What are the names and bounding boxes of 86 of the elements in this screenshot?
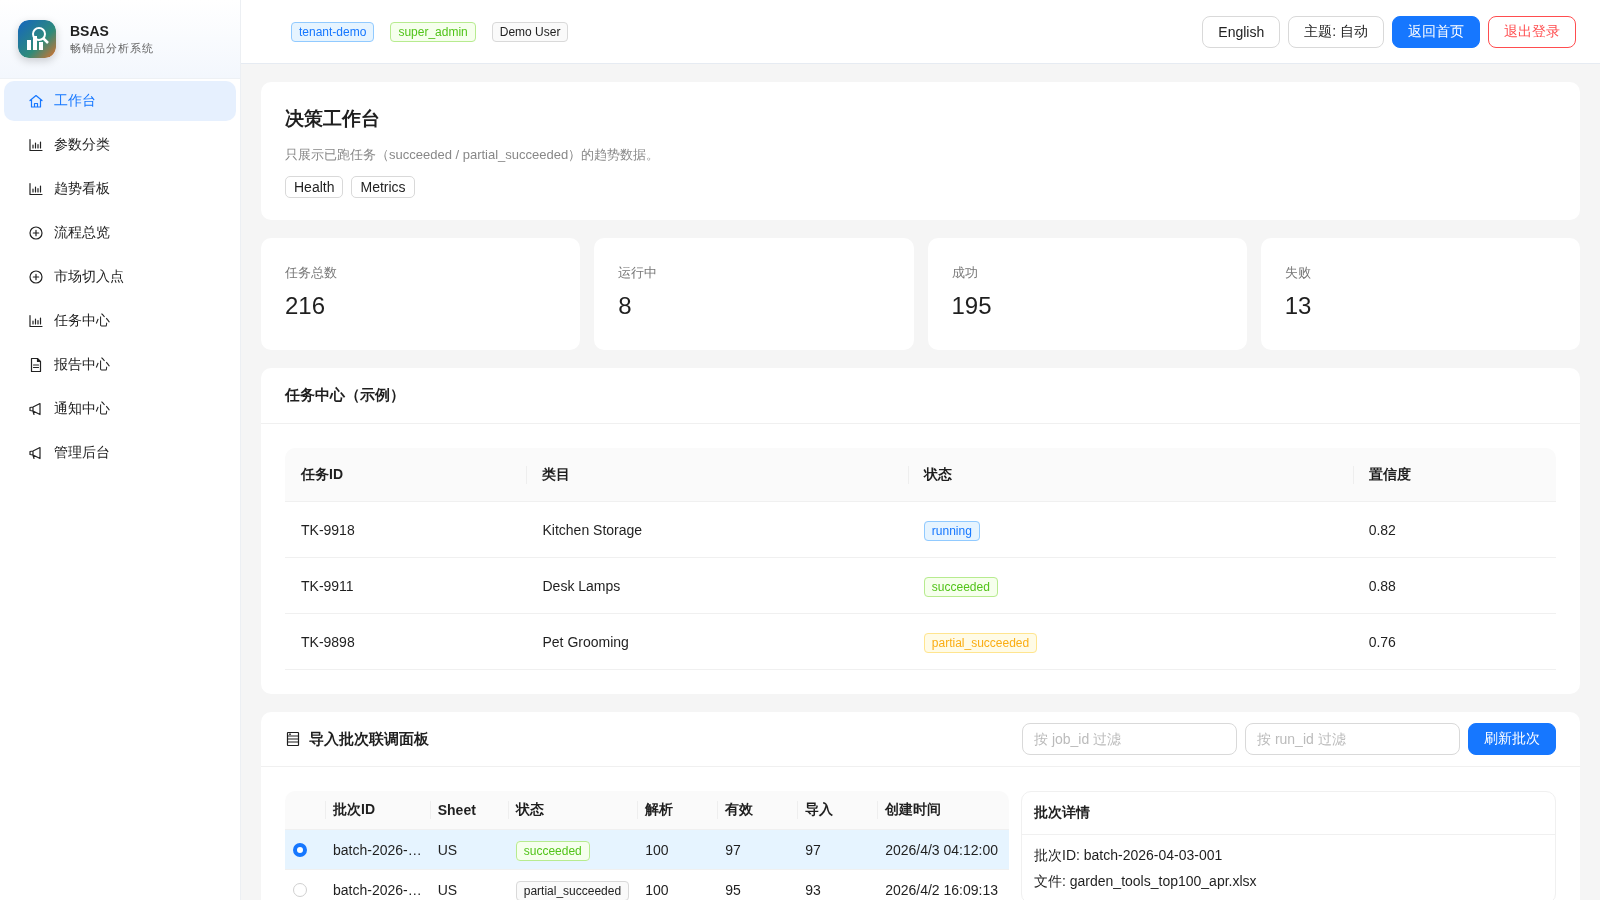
table-cell: batch-2026-… [325,869,430,900]
app-name: BSAS [70,22,110,39]
column-header: 类目 [526,448,908,502]
refresh-button[interactable]: 刷新批次 [1468,723,1556,755]
header-button[interactable]: English [1202,15,1281,48]
status-tag: running [923,520,980,541]
table-cell: 0.88 [1352,557,1556,614]
table-cell: 97 [717,829,798,870]
card-title: 导入批次联调面板 [309,729,429,749]
column-header: 置信度 [1352,448,1556,502]
sidebar-item[interactable]: 趋势看板 [4,169,236,209]
stat-value: 216 [285,292,327,320]
sidebar-item[interactable]: 任务中心 [4,301,236,341]
document-icon [28,357,44,373]
header-button[interactable]: 主题: 自动 [1288,15,1384,48]
filter-field[interactable]: 按 run_id 过滤 [1245,723,1460,755]
stat-value: 8 [618,292,633,320]
filter-field[interactable]: 按 job_id 过滤 [1022,723,1237,755]
plus-circle-icon [28,269,44,285]
header-tag: super_admin [390,21,476,42]
app-subtitle: 畅销品分析系统 [70,40,154,56]
radio-button[interactable] [293,842,307,857]
status-tag: partial_succeeded [515,880,630,900]
detail-line: 文件: garden_tools_top100_apr.xlsx [1034,873,1258,891]
table-cell: TK-9918 [285,501,527,558]
stat-label: 运行中 [618,264,659,282]
table-cell: 93 [797,869,878,900]
home-icon [28,93,44,109]
header-tag: Demo User [491,21,569,42]
table-cell: 0.76 [1352,613,1556,670]
page-description: 只展示已跑任务（succeeded / partial_succeeded）的趋势数据。 [285,146,661,164]
status-tag: partial_succeeded [923,632,1038,653]
stat-label: 任务总数 [285,264,338,282]
table-cell: Pet Grooming [526,613,908,670]
sidebar-item[interactable]: 管理后台 [4,433,236,473]
megaphone-icon [28,401,44,417]
header-button[interactable]: 返回首页 [1392,15,1480,48]
sidebar-item[interactable]: 工作台 [4,81,236,121]
sidebar-item[interactable]: 参数分类 [4,125,236,165]
table-cell: Desk Lamps [526,557,908,614]
stat-value: 195 [951,292,993,320]
plus-circle-icon [28,225,44,241]
stat-label: 失败 [1284,264,1312,282]
megaphone-icon [28,445,44,461]
table-cell: batch-2026-… [325,829,430,870]
column-header: 导入 [797,791,878,830]
column-header: 创建时间 [877,791,1009,830]
status-tag: succeeded [515,840,590,861]
sidebar-item[interactable]: 流程总览 [4,213,236,253]
column-header: Sheet [429,791,508,830]
table-cell: 2026/4/3 04:12:00 [877,829,1009,870]
stat-label: 成功 [951,264,979,282]
table-cell: US [429,829,508,870]
column-header: 解析 [637,791,718,830]
detail-line: 批次ID: batch-2026-04-03-001 [1034,847,1224,865]
logo-icon [18,20,56,58]
table-cell: Kitchen Storage [526,501,908,558]
column-header: 状态 [907,448,1353,502]
table-cell: 2026/4/2 16:09:13 [877,869,1009,900]
column-header: 任务ID [285,448,527,502]
bar-chart-icon [28,313,44,329]
link-tag[interactable]: Health [285,176,344,198]
table-cell: TK-9898 [285,613,527,670]
table-cell: 97 [797,829,878,870]
column-header: 批次ID [325,791,430,830]
table-cell: 0.82 [1352,501,1556,558]
header-tag: tenant-demo [291,21,375,42]
page-title: 决策工作台 [285,107,381,131]
column-header: 状态 [507,791,638,830]
bar-chart-icon [28,181,44,197]
stat-value: 13 [1284,292,1313,320]
table-cell: 95 [717,869,798,900]
sidebar-item[interactable]: 通知中心 [4,389,236,429]
table-cell: 100 [637,869,718,900]
link-tag[interactable]: Metrics [351,176,415,198]
table-cell: US [429,869,508,900]
table-cell: TK-9911 [285,557,527,614]
panel-title: 批次详情 [1022,792,1555,835]
sidebar-item[interactable]: 报告中心 [4,345,236,385]
card-title: 任务中心（示例） [285,386,405,405]
column-header: 有效 [717,791,798,830]
sidebar-item[interactable]: 市场切入点 [4,257,236,297]
table-cell: 100 [637,829,718,870]
status-tag: succeeded [923,576,998,597]
bar-chart-icon [28,137,44,153]
list-icon [285,731,301,747]
